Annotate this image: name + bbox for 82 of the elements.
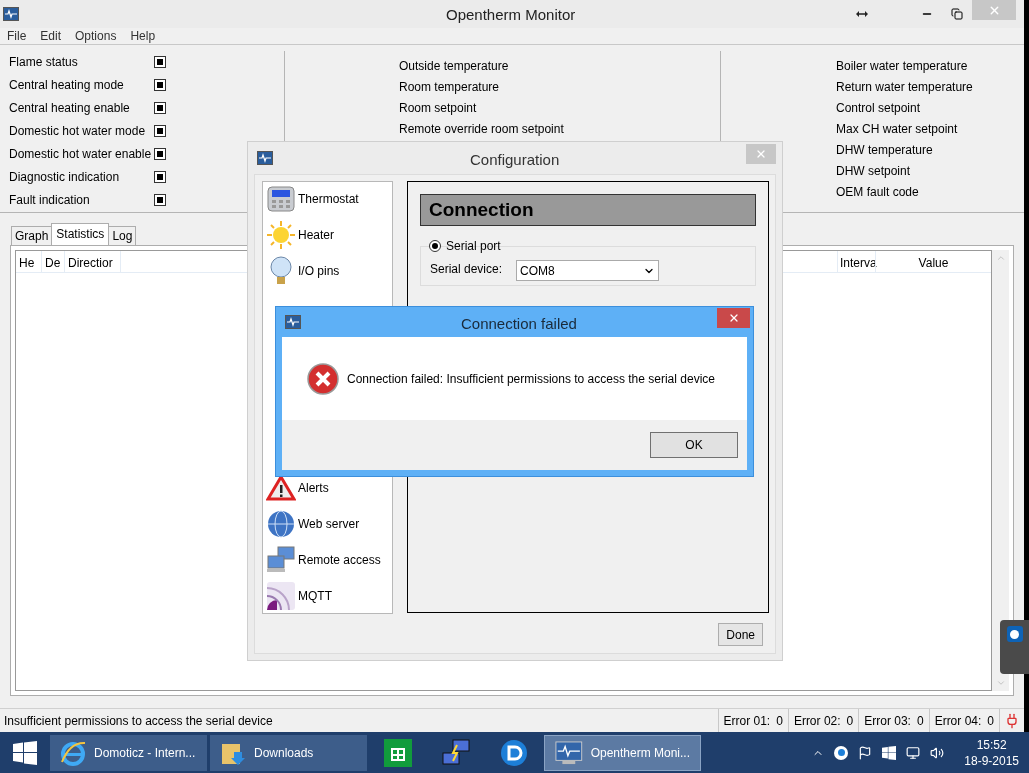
category-item[interactable]: Remote access [263,545,392,575]
sun-icon [266,220,296,250]
speaker-icon[interactable] [930,745,945,760]
clock-date[interactable]: 18-9-2015 [964,752,1019,769]
close-icon [755,148,767,160]
app-icon [257,151,273,165]
error-label: Error 02: [793,712,841,730]
error-count: 0 [776,712,783,730]
section-heading: Connection [420,194,756,226]
flag-label: Domestic hot water mode [9,123,147,141]
flag-label: Flame status [9,54,79,72]
clock-time[interactable]: 15:52 [976,736,1007,753]
value-label: Remote override room setpoint [399,120,565,137]
field-label: Serial device: [430,261,503,278]
flag-icon[interactable] [858,745,873,760]
value-label: Max CH water setpoint [836,120,959,137]
value-label: Return water temperature [836,78,974,95]
error-label: Error 01: [723,712,771,730]
error-count: 0 [987,712,994,730]
tab[interactable]: Graph [11,225,53,245]
category-item[interactable]: Alerts [263,473,392,503]
value-label: Control setpoint [836,99,922,116]
flag-label: Central heating enable [9,100,131,118]
monitor-icon [555,739,583,766]
signal-waves-icon [267,582,295,610]
radio-button[interactable] [429,240,441,252]
category-item[interactable]: I/O pins [263,256,392,286]
column-header[interactable]: De [42,250,65,272]
error-icon [307,362,339,395]
taskbar-button[interactable]: Downloads [210,734,367,771]
column-header[interactable]: He [16,250,42,272]
light-bulb-icon [269,256,293,286]
menu-item[interactable]: Edit [40,26,62,45]
restore-icon [951,7,963,20]
app-icon [285,315,301,329]
value-label: DHW temperature [836,141,934,158]
category-item[interactable]: Web server [263,509,392,539]
taskbar-button[interactable]: Domoticz - Intern... [50,734,207,771]
thermostat-icon [267,186,295,212]
remote-tab-icon[interactable] [1000,620,1029,674]
category-item[interactable]: MQTT [263,581,392,611]
status-message: Insufficient permissions to access the serial device [3,712,274,730]
value-label: DHW setpoint [836,162,912,179]
error-count: 0 [916,712,924,730]
ok-button[interactable]: OK [650,432,738,458]
done-button[interactable]: Done [718,623,763,646]
value-label: Room temperature [399,78,501,95]
flag-label: Diagnostic indication [9,169,121,187]
windows-logo-icon [13,740,37,765]
window-title: Opentherm Monitor [446,5,576,25]
globe-icon [267,510,295,538]
column-header[interactable]: Value [875,250,991,272]
browser-icon [60,739,86,766]
menu-item[interactable]: Options [75,26,117,45]
tab[interactable]: Statistics [51,222,110,245]
value-label: Room setpoint [399,99,478,116]
store-icon [383,738,412,767]
error-label: Error 03: [864,712,911,730]
windows-icon[interactable] [882,745,897,760]
value-label: Boiler water temperature [836,57,969,74]
warning-icon [266,475,296,501]
dialog-title: Connection failed [461,314,577,334]
dialog-title: Configuration [470,150,560,170]
flag-label: Fault indication [9,192,91,210]
value-label: OEM fault code [836,183,920,200]
radio-label[interactable]: Serial port [446,237,501,255]
category-item[interactable]: Heater [263,220,392,250]
computers-icon [266,546,296,574]
column-header[interactable]: Directior [65,250,121,272]
error-message: Connection failed: Insufficient permissions to access the serial device [347,370,715,388]
error-label: Error 04: [934,712,982,730]
serial-device-select[interactable]: COM8 [516,260,660,281]
flag-label: Central heating mode [9,77,125,95]
tab[interactable]: Log [108,225,137,245]
category-item[interactable]: Thermostat [263,184,392,214]
taskbar-button[interactable]: Opentherm Moni... [544,734,701,771]
flag-label: Domestic hot water enable [9,146,153,164]
menu-item[interactable]: File [7,26,27,45]
error-count: 0 [846,712,854,730]
app-icon [3,6,19,21]
value-label: Outside temperature [399,57,510,74]
menu-item[interactable]: Help [130,26,156,45]
